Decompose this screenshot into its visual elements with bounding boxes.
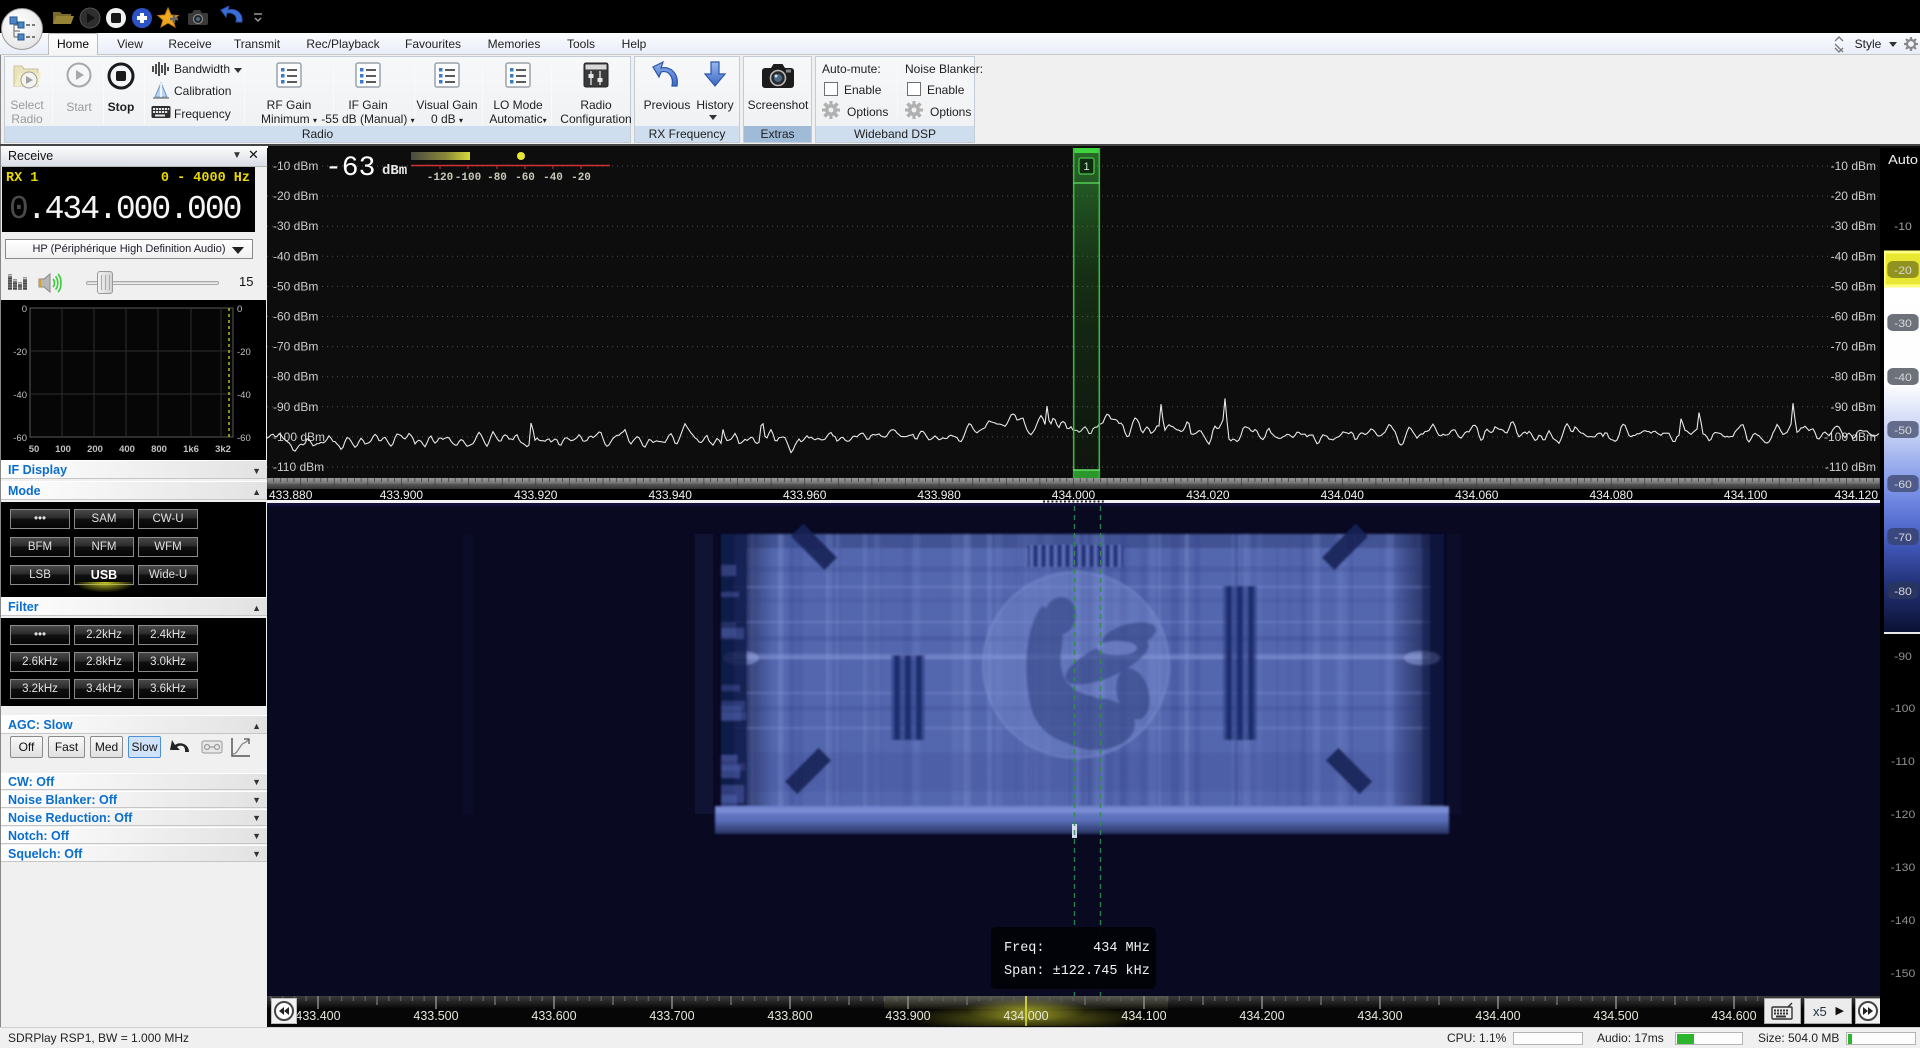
svg-text:-20 dBm: -20 dBm bbox=[1831, 189, 1876, 203]
svg-text:-120: -120 bbox=[427, 172, 453, 184]
svg-text:800: 800 bbox=[151, 444, 167, 455]
svg-text:433.880: 433.880 bbox=[269, 488, 313, 502]
svg-text:433.800: 433.800 bbox=[767, 1009, 812, 1023]
svg-text:50: 50 bbox=[29, 444, 40, 455]
svg-text:-150: -150 bbox=[1891, 968, 1916, 980]
svg-text:-110 dBm: -110 dBm bbox=[273, 460, 324, 474]
svg-text:433.920: 433.920 bbox=[514, 488, 558, 502]
svg-text:434.600: 434.600 bbox=[1711, 1009, 1756, 1023]
svg-text:434.040: 434.040 bbox=[1321, 488, 1365, 502]
svg-text:-40 dBm: -40 dBm bbox=[273, 249, 318, 263]
svg-text:433.900: 433.900 bbox=[885, 1009, 930, 1023]
svg-text:-10 dBm: -10 dBm bbox=[1831, 159, 1876, 173]
svg-text:-70 dBm: -70 dBm bbox=[273, 340, 318, 354]
svg-text:433.960: 433.960 bbox=[783, 488, 827, 502]
svg-text:-130: -130 bbox=[1891, 862, 1916, 874]
svg-text:-20: -20 bbox=[571, 172, 591, 184]
svg-text:-10: -10 bbox=[1894, 221, 1912, 233]
svg-text:434.100: 434.100 bbox=[1724, 488, 1768, 502]
svg-text:-10 dBm: -10 dBm bbox=[273, 159, 318, 173]
svg-text:434.300: 434.300 bbox=[1357, 1009, 1402, 1023]
svg-text:433.600: 433.600 bbox=[531, 1009, 576, 1023]
svg-text:434.080: 434.080 bbox=[1590, 488, 1634, 502]
svg-text:-50: -50 bbox=[1894, 425, 1912, 437]
svg-text:-60 dBm: -60 dBm bbox=[1831, 310, 1876, 324]
svg-text:1k6: 1k6 bbox=[183, 444, 199, 455]
svg-text:433.980: 433.980 bbox=[917, 488, 961, 502]
svg-text:-120: -120 bbox=[1891, 809, 1916, 821]
svg-text:-50 dBm: -50 dBm bbox=[273, 279, 318, 293]
svg-text:434.200: 434.200 bbox=[1239, 1009, 1284, 1023]
svg-text:434.500: 434.500 bbox=[1593, 1009, 1638, 1023]
svg-text:434.400: 434.400 bbox=[1475, 1009, 1520, 1023]
svg-text:-63: -63 bbox=[325, 153, 375, 184]
svg-text:-90: -90 bbox=[1894, 651, 1912, 663]
svg-text:-40: -40 bbox=[13, 390, 27, 401]
svg-text:-20: -20 bbox=[13, 347, 27, 358]
svg-text:-90 dBm: -90 dBm bbox=[273, 400, 318, 414]
svg-text:433.900: 433.900 bbox=[380, 488, 424, 502]
svg-text:-80: -80 bbox=[487, 172, 507, 184]
svg-text:-20: -20 bbox=[1894, 265, 1912, 277]
svg-text:-50 dBm: -50 dBm bbox=[1831, 279, 1876, 293]
svg-text:-100: -100 bbox=[1891, 703, 1916, 715]
svg-text:-60: -60 bbox=[13, 433, 27, 444]
svg-text:dBm: dBm bbox=[382, 163, 407, 179]
svg-text:-30 dBm: -30 dBm bbox=[1831, 219, 1876, 233]
svg-text:1: 1 bbox=[1083, 161, 1089, 173]
svg-text:-60 dBm: -60 dBm bbox=[273, 310, 318, 324]
svg-text:433.400: 433.400 bbox=[295, 1009, 340, 1023]
svg-text:-20: -20 bbox=[237, 347, 251, 358]
svg-text:-40: -40 bbox=[1894, 372, 1912, 384]
svg-text:-110: -110 bbox=[1891, 756, 1915, 768]
svg-text:Span: ±122.745 kHz: Span: ±122.745 kHz bbox=[1004, 964, 1150, 979]
svg-text:-70: -70 bbox=[1894, 532, 1912, 544]
svg-text:-80: -80 bbox=[1894, 586, 1912, 598]
svg-text:-90 dBm: -90 dBm bbox=[1831, 400, 1876, 414]
svg-text:434.060: 434.060 bbox=[1455, 488, 1499, 502]
svg-text:100: 100 bbox=[55, 444, 71, 455]
svg-text:400: 400 bbox=[119, 444, 135, 455]
svg-text:-100: -100 bbox=[455, 172, 481, 184]
svg-text:Auto: Auto bbox=[1888, 153, 1918, 167]
svg-text:-110 dBm: -110 dBm bbox=[1825, 460, 1876, 474]
svg-text:434.000: 434.000 bbox=[1052, 488, 1096, 502]
svg-text:Freq: 434 MHz: Freq: 434 MHz bbox=[1004, 941, 1150, 956]
svg-text:-60: -60 bbox=[237, 433, 251, 444]
svg-text:-40: -40 bbox=[237, 390, 251, 401]
svg-text:-40: -40 bbox=[543, 172, 563, 184]
svg-text:-30: -30 bbox=[1894, 318, 1912, 330]
svg-text:-80 dBm: -80 dBm bbox=[273, 370, 318, 384]
svg-text:3k2: 3k2 bbox=[215, 444, 231, 455]
svg-text:433.500: 433.500 bbox=[413, 1009, 458, 1023]
svg-text:-60: -60 bbox=[1894, 479, 1912, 491]
svg-text:433.700: 433.700 bbox=[649, 1009, 694, 1023]
svg-text:434.100: 434.100 bbox=[1121, 1009, 1166, 1023]
svg-text:-70 dBm: -70 dBm bbox=[1831, 340, 1876, 354]
svg-text:-40 dBm: -40 dBm bbox=[1831, 249, 1876, 263]
svg-text:-80 dBm: -80 dBm bbox=[1831, 370, 1876, 384]
svg-text:-30 dBm: -30 dBm bbox=[273, 219, 318, 233]
svg-text:200: 200 bbox=[87, 444, 103, 455]
svg-text:0: 0 bbox=[237, 304, 242, 315]
svg-text:433.940: 433.940 bbox=[649, 488, 693, 502]
svg-text:434.020: 434.020 bbox=[1186, 488, 1230, 502]
svg-text:-60: -60 bbox=[515, 172, 535, 184]
svg-text:-20 dBm: -20 dBm bbox=[273, 189, 318, 203]
svg-text:434.120: 434.120 bbox=[1835, 488, 1879, 502]
svg-text:-140: -140 bbox=[1891, 915, 1916, 927]
svg-text:0: 0 bbox=[22, 304, 27, 315]
svg-text:-100 dBm: -100 dBm bbox=[273, 430, 325, 444]
